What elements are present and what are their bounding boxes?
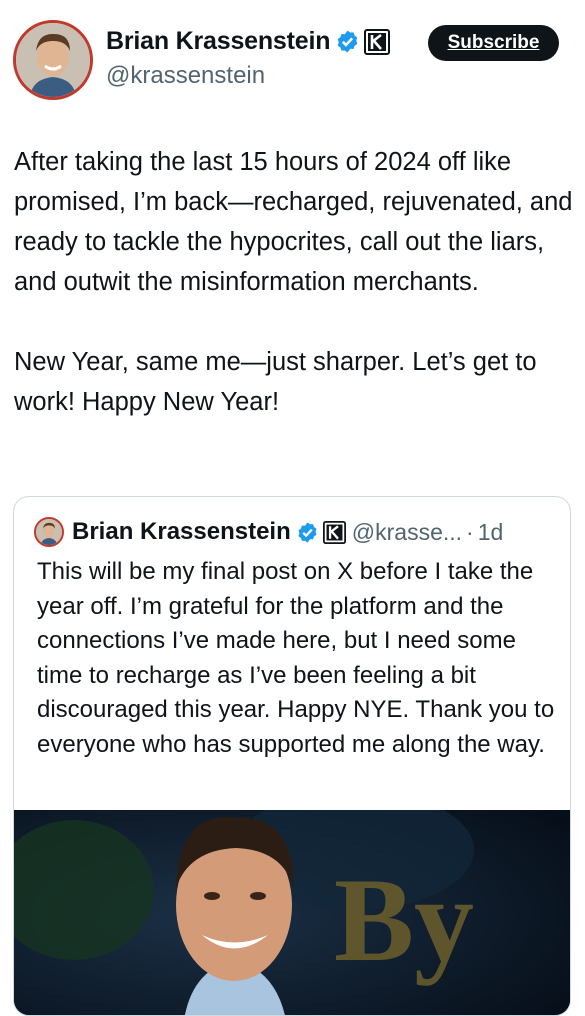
quoted-post-image[interactable]: By [14,810,570,1015]
author-name-row: Brian Krassenstein [106,27,391,56]
post-text: After taking the last 15 hours of 2024 o… [14,148,573,416]
quoted-post-card[interactable]: Brian Krassenstein @krasse... · 1d This … [13,496,571,1016]
quoted-author-avatar[interactable] [34,517,64,547]
verified-badge-icon [337,30,358,53]
quoted-post-header: Brian Krassenstein @krasse... · 1d [34,517,503,547]
author-avatar[interactable] [13,20,93,100]
quoted-author-handle[interactable]: @krasse... [352,519,462,546]
post-header: Brian Krassenstein @krassenstein Subscri… [0,0,585,110]
image-watermark: By [334,853,474,986]
verified-badge-icon [298,521,317,543]
author-handle[interactable]: @krassenstein [106,62,265,90]
quoted-post-time[interactable]: 1d [478,519,504,546]
subscribe-button[interactable]: Subscribe [428,25,559,61]
k-org-badge-icon[interactable] [364,28,391,55]
author-name[interactable]: Brian Krassenstein [106,27,330,56]
quoted-post-text: This will be my final post on X before I… [37,558,555,758]
separator-dot: · [466,518,474,545]
quoted-author-name[interactable]: Brian Krassenstein [72,518,291,546]
k-org-badge-icon[interactable] [322,520,346,544]
